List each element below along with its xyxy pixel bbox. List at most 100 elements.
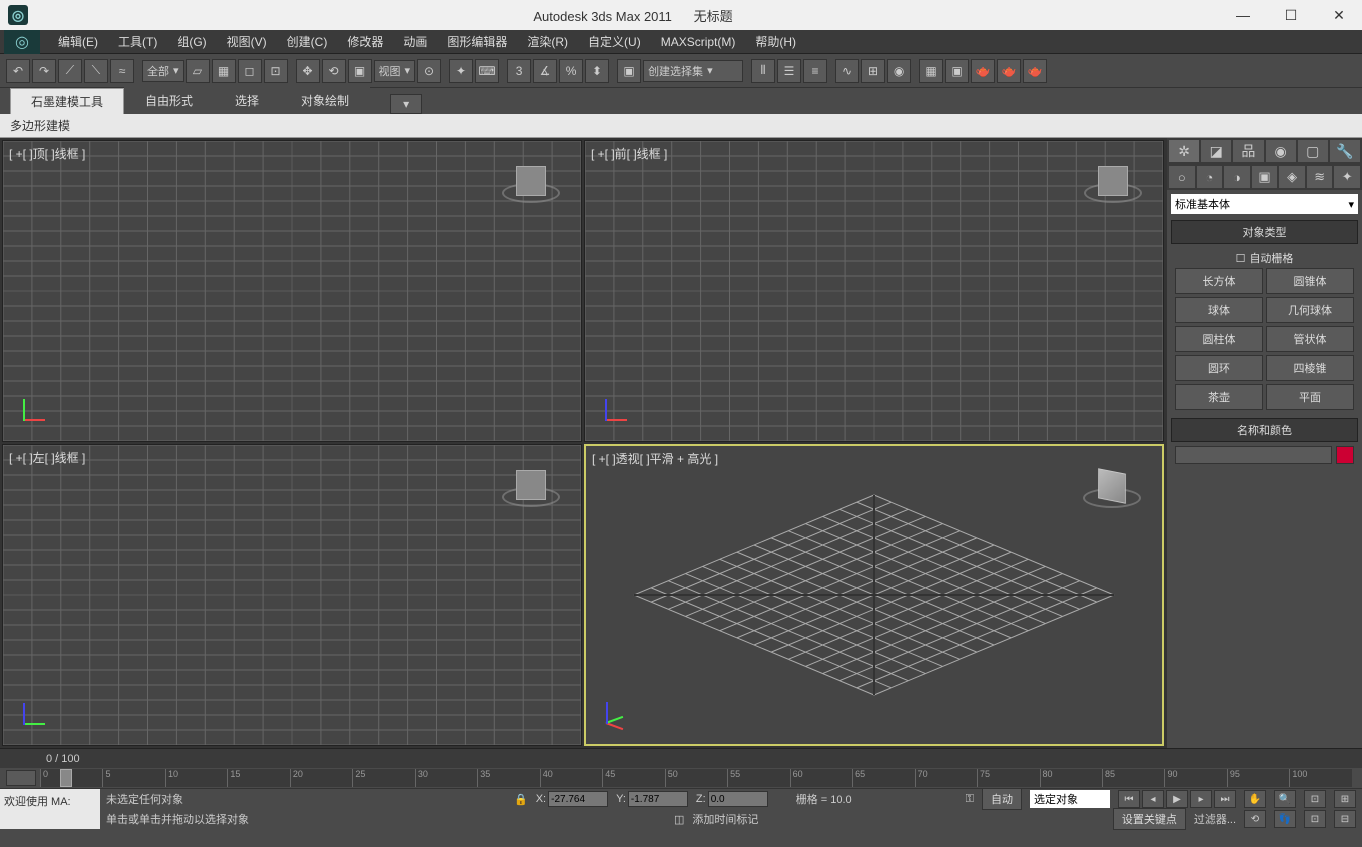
snap-button[interactable]: 3 [507,59,531,83]
mirror-button[interactable]: ⦀ [751,59,775,83]
obj-torus-button[interactable]: 圆环 [1175,355,1263,381]
key-icon[interactable]: ⚿ [966,793,974,806]
view-cube-front[interactable] [1083,151,1143,211]
move-button[interactable]: ✥ [296,59,320,83]
rollout-header-objtype[interactable]: 对象类型 [1171,220,1358,244]
manipulate-button[interactable]: ✦ [449,59,473,83]
redo-button[interactable]: ↷ [32,59,56,83]
scale-button[interactable]: ▣ [348,59,372,83]
rotate-button[interactable]: ⟲ [322,59,346,83]
obj-cylinder-button[interactable]: 圆柱体 [1175,326,1263,352]
goto-start-button[interactable]: ⏮ [1118,790,1140,808]
app-logo-icon[interactable]: ◎ [4,30,40,54]
minimize-button[interactable]: — [1228,3,1258,27]
link-button[interactable]: ⟋ [58,59,82,83]
object-name-input[interactable] [1175,446,1332,464]
view-cube-left[interactable] [501,455,561,515]
tab-modify-icon[interactable]: ◪ [1201,140,1231,162]
nav-min-max-button[interactable]: ⊟ [1334,810,1356,828]
window-crossing-button[interactable]: ⊡ [264,59,288,83]
view-cube-persp[interactable] [1082,456,1142,516]
menu-maxscript[interactable]: MAXScript(M) [651,30,746,54]
viewport-label-persp[interactable]: [ +[ ]透视[ ]平滑 + 高光 ] [592,450,718,467]
render-frame-button[interactable]: ▣ [945,59,969,83]
ribbon-panel-label[interactable]: 多边形建模 [10,117,70,134]
x-input[interactable] [548,791,608,807]
subtab-systems-icon[interactable]: ✦ [1334,166,1360,188]
menu-graph-editors[interactable]: 图形编辑器 [437,30,517,54]
subtab-helpers-icon[interactable]: ◈ [1279,166,1305,188]
menu-edit[interactable]: 编辑(E) [48,30,108,54]
named-sel-button[interactable]: ▣ [617,59,641,83]
undo-button[interactable]: ↶ [6,59,30,83]
ribbon-tab-select[interactable]: 选择 [214,87,280,114]
angle-snap-button[interactable]: ∡ [533,59,557,83]
obj-tube-button[interactable]: 管状体 [1266,326,1354,352]
time-ruler[interactable]: 0510152025303540455055606570758085909510… [40,769,1352,787]
pivot-button[interactable]: ⊙ [417,59,441,83]
viewport-label-front[interactable]: [ +[ ]前[ ]线框 ] [591,145,667,162]
nav-orbit-button[interactable]: ⟲ [1244,810,1266,828]
auto-key-button[interactable]: 自动 [982,788,1022,810]
time-config-button[interactable] [6,770,36,786]
subtab-spacewarps-icon[interactable]: ≋ [1307,166,1333,188]
tab-hierarchy-icon[interactable]: 品 [1233,140,1263,162]
render-button[interactable]: 🫖 [971,59,995,83]
obj-sphere-button[interactable]: 球体 [1175,297,1263,323]
lock-icon[interactable]: 🔒 [514,793,528,806]
object-color-swatch[interactable] [1336,446,1354,464]
time-marker[interactable] [60,769,72,787]
tab-display-icon[interactable]: ▢ [1298,140,1328,162]
auto-grid-checkbox[interactable]: ☐自动栅格 [1175,248,1354,268]
obj-teapot-button[interactable]: 茶壶 [1175,384,1263,410]
obj-box-button[interactable]: 长方体 [1175,268,1263,294]
named-selection-dropdown[interactable]: 创建选择集 ▾ [643,60,743,82]
viewport-left[interactable]: [ +[ ]左[ ]线框 ] [2,444,582,746]
menu-tools[interactable]: 工具(T) [108,30,167,54]
menu-modifiers[interactable]: 修改器 [337,30,393,54]
subtab-shapes-icon[interactable]: ◔ [1197,166,1223,188]
align-button[interactable]: ☰ [777,59,801,83]
goto-end-button[interactable]: ⏭ [1214,790,1236,808]
menu-help[interactable]: 帮助(H) [745,30,806,54]
bind-button[interactable]: ≈ [110,59,134,83]
keyboard-button[interactable]: ⌨ [475,59,499,83]
subtab-cameras-icon[interactable]: ▣ [1252,166,1278,188]
unlink-button[interactable]: ⟍ [84,59,108,83]
layers-button[interactable]: ≡ [803,59,827,83]
ribbon-tab-graphite[interactable]: 石墨建模工具 [10,88,124,114]
select-region-button[interactable]: ◻ [238,59,262,83]
ribbon-tab-paint[interactable]: 对象绘制 [280,87,370,114]
prev-frame-button[interactable]: ◂ [1142,790,1164,808]
viewport-label-top[interactable]: [ +[ ]顶[ ]线框 ] [9,145,85,162]
nav-pan-button[interactable]: ✋ [1244,790,1266,808]
tag-icon[interactable]: ◫ [674,813,684,826]
ref-coord-dropdown[interactable]: 视图 ▾ [374,60,416,82]
render-setup-button[interactable]: ▦ [919,59,943,83]
render-prod-button[interactable]: 🫖 [997,59,1021,83]
tab-create-icon[interactable]: ✲ [1169,140,1199,162]
percent-snap-button[interactable]: % [559,59,583,83]
subtab-geometry-icon[interactable]: ○ [1169,166,1195,188]
viewport-front[interactable]: [ +[ ]前[ ]线框 ] [584,140,1164,442]
set-key-button[interactable]: 设置关键点 [1113,808,1186,830]
select-button[interactable]: ▱ [186,59,210,83]
curve-editor-button[interactable]: ∿ [835,59,859,83]
ribbon-dropdown-icon[interactable]: ▾ [390,94,422,114]
z-input[interactable] [708,791,768,807]
obj-plane-button[interactable]: 平面 [1266,384,1354,410]
menu-views[interactable]: 视图(V) [217,30,277,54]
play-button[interactable]: ▶ [1166,790,1188,808]
material-button[interactable]: ◉ [887,59,911,83]
next-frame-button[interactable]: ▸ [1190,790,1212,808]
render-iter-button[interactable]: 🫖 [1023,59,1047,83]
selection-filter-dropdown[interactable]: 全部 ▾ [142,60,184,82]
menu-rendering[interactable]: 渲染(R) [517,30,578,54]
spinner-snap-button[interactable]: ⬍ [585,59,609,83]
viewport-label-left[interactable]: [ +[ ]左[ ]线框 ] [9,449,85,466]
select-name-button[interactable]: ▦ [212,59,236,83]
time-slider[interactable]: 0510152025303540455055606570758085909510… [0,768,1362,788]
ribbon-tab-freeform[interactable]: 自由形式 [124,87,214,114]
viewport-perspective[interactable]: [ +[ ]透视[ ]平滑 + 高光 ] [584,444,1164,746]
obj-pyramid-button[interactable]: 四棱锥 [1266,355,1354,381]
